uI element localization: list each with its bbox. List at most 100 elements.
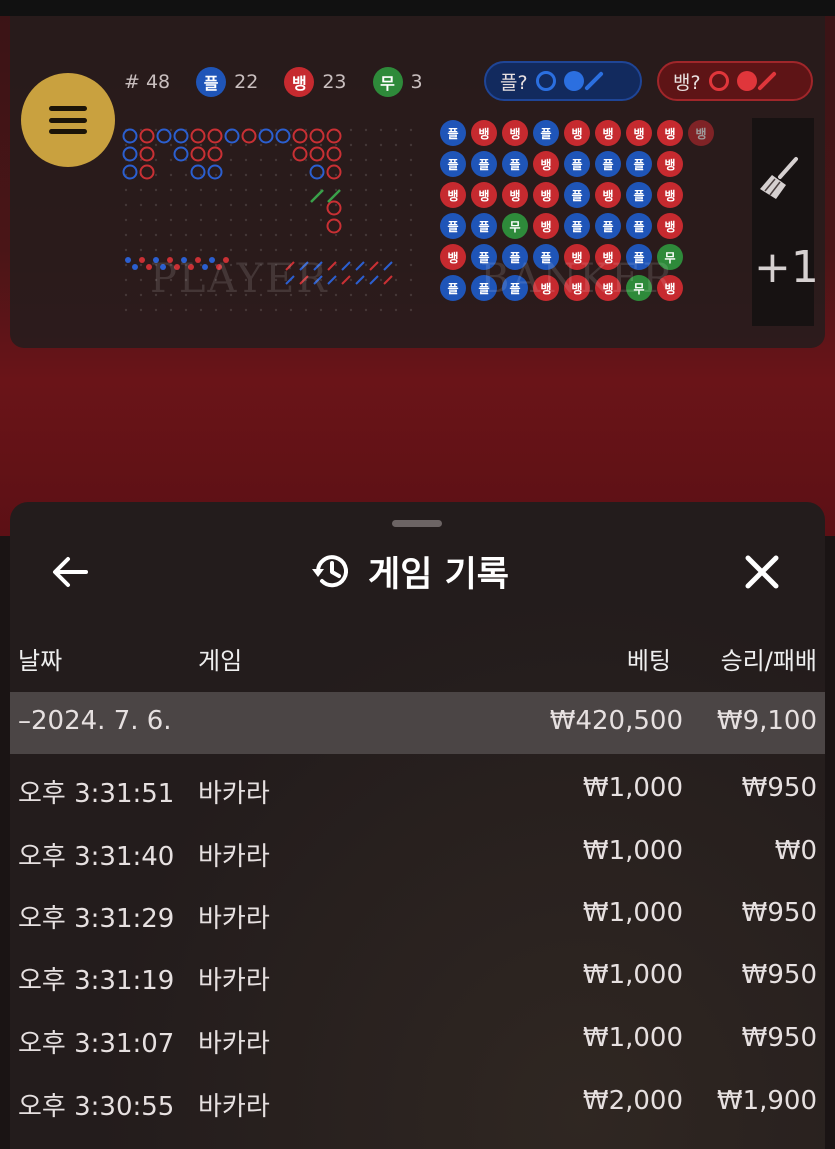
bead-cell: 플 (533, 120, 559, 146)
row-result: ₩950 (741, 773, 817, 803)
big-road-ring (156, 128, 172, 144)
big-road-ring (309, 146, 325, 162)
bead-cell: 플 (440, 151, 466, 177)
column-game: 게임 (198, 647, 243, 675)
bead-cell: 뱅 (502, 120, 528, 146)
bead-cell: 뱅 (595, 120, 621, 146)
bead-cell: 뱅 (533, 182, 559, 208)
big-road-ring (309, 164, 325, 180)
column-headers: 날짜 게임 베팅 승리/패배 (10, 637, 825, 677)
history-row[interactable]: 오후 3:31:40 바카라 ₩1,000 ₩0 (10, 822, 825, 882)
add-round-button[interactable]: +1 (754, 242, 819, 293)
drag-handle[interactable] (392, 520, 442, 527)
history-row[interactable]: 오후 3:31:19 바카라 ₩1,000 ₩950 (10, 946, 825, 1006)
big-road-ring (275, 128, 291, 144)
bead-cell: 플 (595, 213, 621, 239)
player-watermark: PLAYER (150, 256, 329, 302)
bead-cell: 뱅 (564, 120, 590, 146)
cockroach-slash (369, 275, 379, 285)
bead-cell: 무 (502, 213, 528, 239)
bead-cell: 플 (440, 120, 466, 146)
history-icon (312, 555, 348, 588)
big-road-ring (207, 164, 223, 180)
bead-cell: 플 (440, 275, 466, 301)
big-road-ring (326, 164, 342, 180)
row-game: 바카라 (198, 842, 270, 872)
derived-dot (139, 257, 145, 263)
side-panel (752, 118, 814, 326)
history-row[interactable]: 오후 3:31:07 바카라 ₩1,000 ₩950 (10, 1009, 825, 1069)
bead-cell: 플 (564, 151, 590, 177)
big-road-ring (326, 146, 342, 162)
row-time: 오후 3:31:07 (18, 1029, 175, 1059)
hamburger-icon (49, 106, 87, 134)
row-game: 바카라 (198, 1029, 270, 1059)
bead-cell: 뱅 (657, 182, 683, 208)
cockroach-slash (327, 275, 337, 285)
back-button[interactable] (50, 554, 90, 590)
big-road-ring (173, 146, 189, 162)
bead-cell: 뱅 (657, 151, 683, 177)
banker-predict-label: 뱅? (673, 71, 701, 94)
tie-count: 무 3 (372, 67, 423, 97)
big-road-ring (190, 164, 206, 180)
bead-cell: 뱅 (471, 120, 497, 146)
bead-cell: 플 (626, 182, 652, 208)
big-road-ring (139, 164, 155, 180)
history-row[interactable]: 오후 3:31:51 바카라 ₩1,000 ₩950 (10, 759, 825, 819)
player-badge: 플 (196, 67, 227, 97)
row-time: 오후 3:31:40 (18, 842, 175, 872)
big-road-ring (122, 146, 138, 162)
big-road-ring (326, 128, 342, 144)
cockroach-slash (327, 261, 337, 271)
row-result: ₩1,900 (716, 1086, 817, 1116)
row-game: 바카라 (198, 966, 270, 996)
row-result: ₩950 (741, 960, 817, 990)
close-button[interactable] (742, 552, 782, 592)
big-road-ring (122, 164, 138, 180)
game-history-sheet: 게임 기록 날짜 게임 베팅 승리/패배 –2024. 7. 6. ₩420,5… (10, 502, 825, 1149)
dot-icon (563, 71, 584, 91)
group-result-total: ₩9,100 (716, 706, 817, 736)
arrow-left-icon (53, 557, 88, 587)
big-road-ring (326, 218, 342, 234)
bead-cell: 뱅 (657, 120, 683, 146)
history-row[interactable]: 오후 3:31:29 바카라 ₩1,000 ₩950 (10, 884, 825, 944)
player-count-value: 22 (234, 71, 259, 93)
row-time: 오후 3:30:55 (18, 1092, 175, 1122)
big-road-ring (173, 128, 189, 144)
row-game: 바카라 (198, 904, 270, 934)
bead-cell: 뱅 (595, 182, 621, 208)
sheet-title-group: 게임 기록 (310, 546, 509, 596)
history-row[interactable]: 오후 3:30:55 바카라 ₩2,000 ₩1,900 (10, 1072, 825, 1132)
date-group-row[interactable]: –2024. 7. 6. ₩420,500 ₩9,100 (10, 692, 825, 754)
banker-predict-button[interactable]: 뱅? (657, 61, 813, 101)
cockroach-slash (341, 261, 351, 271)
bead-cell: 플 (471, 213, 497, 239)
big-road-ring (122, 128, 138, 144)
big-road-ring (309, 128, 325, 144)
row-time: 오후 3:31:19 (18, 966, 175, 996)
player-count: 플 22 (196, 67, 258, 97)
round-stats: # 48 플 22 뱅 23 무 3 (124, 66, 441, 98)
big-road-ring (190, 128, 206, 144)
tie-badge: 무 (372, 67, 403, 97)
player-predict-button[interactable]: 플? (484, 61, 642, 101)
derived-dot (132, 264, 138, 270)
broom-icon (760, 157, 798, 199)
row-bet: ₩2,000 (582, 1086, 683, 1116)
bead-cell: 뱅 (688, 120, 714, 146)
cockroach-slash (355, 275, 365, 285)
clear-button[interactable] (758, 155, 802, 211)
cockroach-slash (355, 261, 365, 271)
big-road-ring (326, 200, 342, 216)
close-icon (745, 555, 779, 589)
derived-dot (125, 257, 131, 263)
ring-icon (535, 71, 556, 91)
tie-count-value: 3 (410, 71, 423, 93)
row-result: ₩950 (741, 898, 817, 928)
big-road-ring (139, 128, 155, 144)
row-bet: ₩1,000 (582, 836, 683, 866)
row-game: 바카라 (198, 779, 270, 809)
menu-button[interactable] (21, 73, 115, 167)
